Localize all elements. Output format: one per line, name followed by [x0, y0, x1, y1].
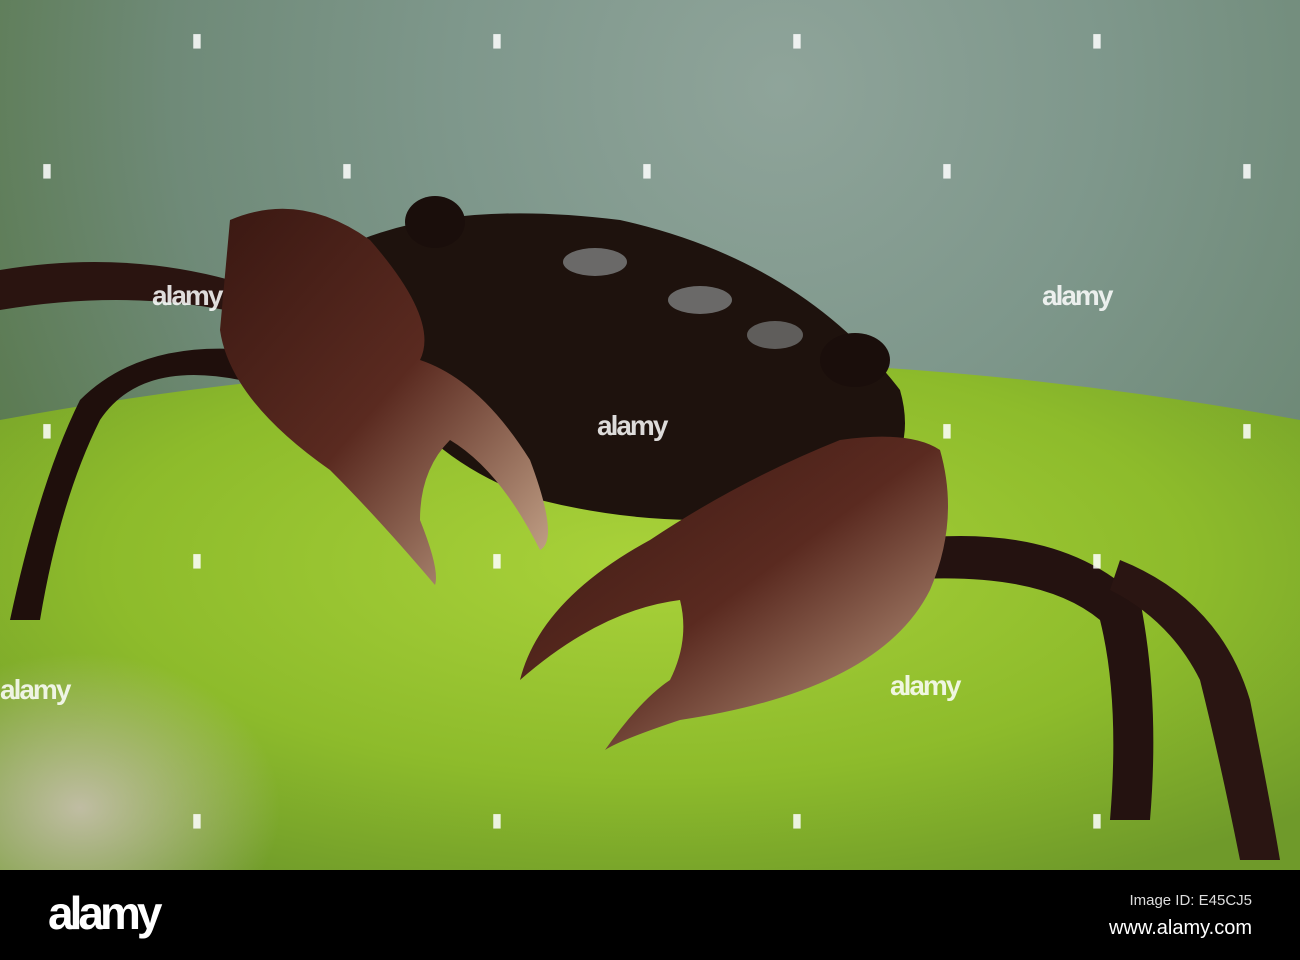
watermark: alamy	[597, 410, 668, 441]
watermark-mark: ▮	[192, 810, 202, 830]
watermark-mark: ▮	[42, 160, 52, 180]
watermark-mark: ▮	[942, 160, 952, 180]
watermark-mark: ▮	[42, 420, 52, 440]
watermark-mark: ▮	[1092, 810, 1102, 830]
watermark-mark: ▮	[942, 420, 952, 440]
watermark: alamy	[0, 674, 71, 705]
shell-highlight	[563, 248, 627, 276]
image-id: Image ID: E45CJ5	[1129, 892, 1252, 909]
shell-highlight	[747, 321, 803, 349]
watermark-mark: ▮	[1242, 420, 1252, 440]
watermark-mark: ▮	[492, 550, 502, 570]
watermark: alamy	[1042, 280, 1113, 311]
website-link: www.alamy.com	[1109, 917, 1252, 939]
watermark: alamy	[152, 280, 223, 311]
watermark-mark: ▮	[492, 810, 502, 830]
watermark-mark: ▮	[192, 30, 202, 50]
watermark-mark: ▮	[1242, 160, 1252, 180]
watermark-mark: ▮	[792, 810, 802, 830]
watermark-mark: ▮	[792, 30, 802, 50]
watermark-mark: ▮	[342, 160, 352, 180]
watermark-mark: ▮	[192, 550, 202, 570]
watermark-mark: ▮	[1092, 550, 1102, 570]
watermark: alamy	[890, 670, 961, 701]
crab-photo: alamy alamy alamy alamy alamy ▮ ▮ ▮ ▮ ▮ …	[0, 0, 1300, 870]
watermark-mark: ▮	[492, 30, 502, 50]
crab-eye	[820, 333, 890, 387]
watermark-mark: ▮	[1092, 30, 1102, 50]
alamy-logo: alamy	[48, 887, 162, 939]
watermark-mark: ▮	[642, 160, 652, 180]
shell-highlight	[668, 286, 732, 314]
crab-eye	[405, 196, 465, 248]
footer-bar: alamy Image ID: E45CJ5 www.alamy.com	[0, 870, 1300, 960]
